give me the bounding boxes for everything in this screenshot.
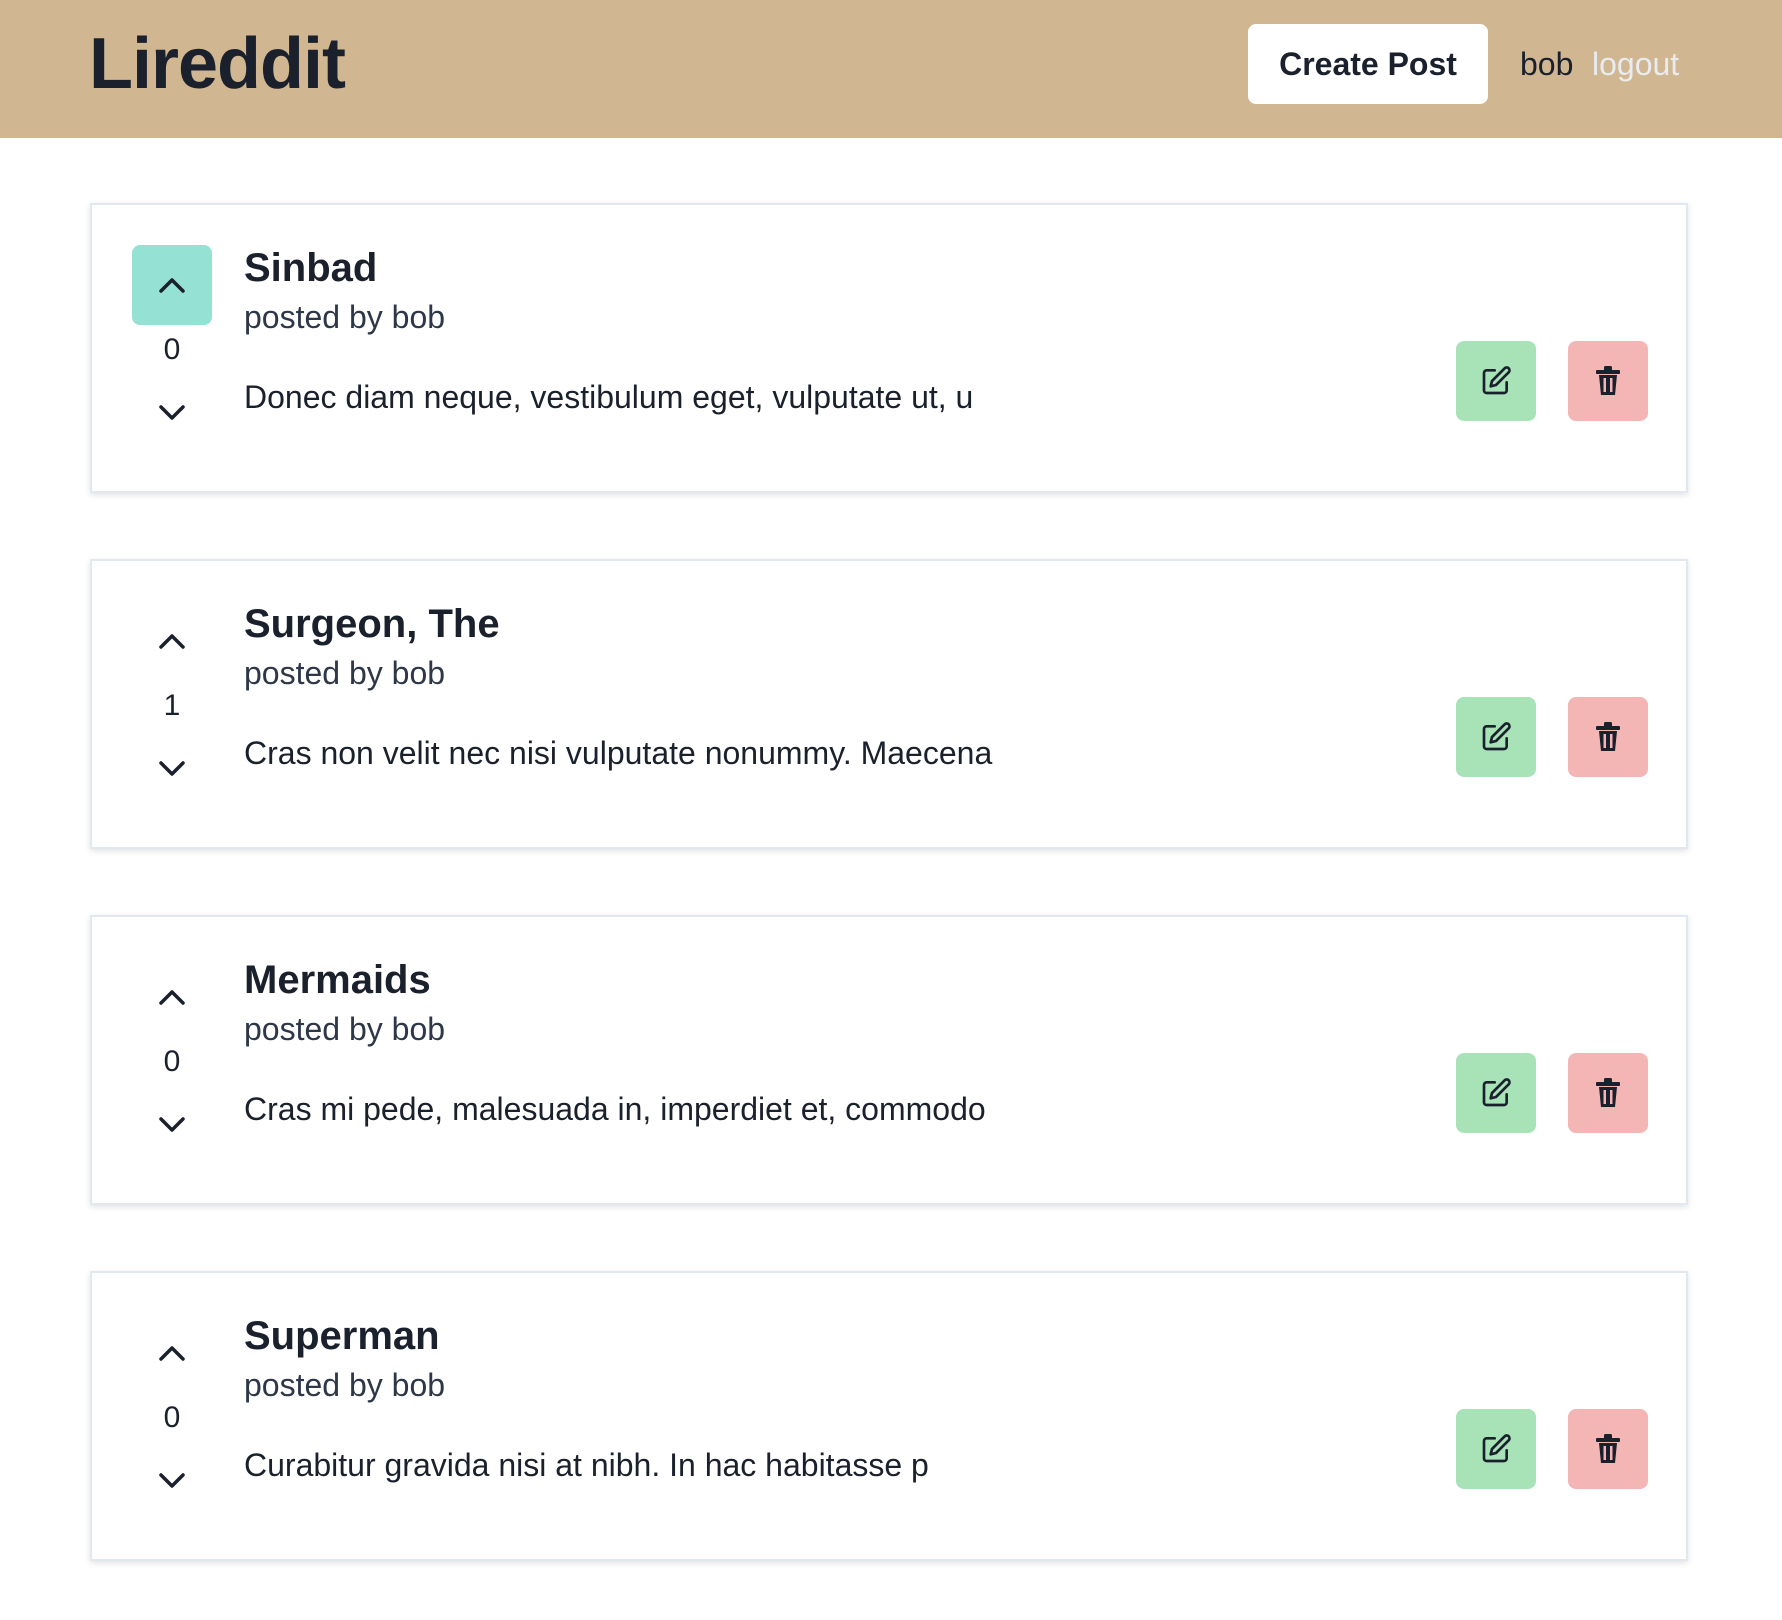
downvote-button[interactable] (132, 749, 212, 789)
trash-icon (1596, 1434, 1620, 1463)
post-title[interactable]: Surgeon, The (244, 599, 500, 649)
post-card: 0 Sinbad posted by bob Donec diam neque,… (90, 203, 1688, 493)
post-title[interactable]: Sinbad (244, 243, 377, 293)
brand-logo[interactable]: Lireddit (89, 24, 346, 104)
username-label: bob (1520, 46, 1574, 82)
delete-post-button[interactable] (1568, 697, 1648, 777)
post-author: posted by bob (244, 1011, 446, 1047)
trash-icon (1596, 1078, 1620, 1107)
trash-icon (1596, 366, 1620, 395)
upvote-button[interactable] (132, 601, 212, 681)
edit-post-button[interactable] (1456, 1409, 1536, 1489)
post-snippet: Cras non velit nec nisi vulputate nonumm… (244, 735, 993, 771)
navbar: Lireddit Create Post bob logout (0, 0, 1782, 138)
edit-icon (1482, 1078, 1511, 1107)
vote-section: 0 (132, 245, 212, 420)
chevron-up-icon (159, 278, 185, 293)
post-title[interactable]: Mermaids (244, 955, 431, 1005)
edit-post-button[interactable] (1456, 341, 1536, 421)
edit-post-button[interactable] (1456, 697, 1536, 777)
post-card: 0 Mermaids posted by bob Cras mi pede, m… (90, 915, 1688, 1205)
delete-post-button[interactable] (1568, 341, 1648, 421)
vote-count: 0 (163, 1045, 181, 1078)
downvote-button[interactable] (132, 1105, 212, 1145)
edit-icon (1482, 722, 1511, 751)
post-card: 0 Superman posted by bob Curabitur gravi… (90, 1271, 1688, 1561)
edit-icon (1482, 366, 1511, 395)
chevron-down-icon (159, 1117, 185, 1132)
vote-count: 0 (163, 1401, 181, 1434)
delete-post-button[interactable] (1568, 1409, 1648, 1489)
upvote-button[interactable] (132, 1313, 212, 1393)
create-post-button[interactable]: Create Post (1248, 24, 1488, 104)
vote-section: 0 (132, 1313, 212, 1488)
logout-button[interactable]: logout (1592, 44, 1679, 84)
vote-section: 0 (132, 957, 212, 1132)
upvote-button[interactable] (132, 245, 212, 325)
delete-post-button[interactable] (1568, 1053, 1648, 1133)
chevron-down-icon (159, 1473, 185, 1488)
edit-post-button[interactable] (1456, 1053, 1536, 1133)
edit-icon (1482, 1434, 1511, 1463)
vote-section: 1 (132, 601, 212, 776)
downvote-button[interactable] (132, 393, 212, 433)
upvote-button[interactable] (132, 957, 212, 1037)
post-author: posted by bob (244, 1367, 446, 1403)
post-snippet: Curabitur gravida nisi at nibh. In hac h… (244, 1447, 929, 1483)
post-snippet: Cras mi pede, malesuada in, imperdiet et… (244, 1091, 986, 1127)
post-title[interactable]: Superman (244, 1311, 440, 1361)
post-author: posted by bob (244, 655, 446, 691)
post-card: 1 Surgeon, The posted by bob Cras non ve… (90, 559, 1688, 849)
post-author: posted by bob (244, 299, 446, 335)
chevron-up-icon (159, 634, 185, 649)
chevron-up-icon (159, 1346, 185, 1361)
post-snippet: Donec diam neque, vestibulum eget, vulpu… (244, 379, 974, 415)
vote-count: 1 (163, 689, 181, 722)
trash-icon (1596, 722, 1620, 751)
chevron-up-icon (159, 990, 185, 1005)
chevron-down-icon (159, 405, 185, 420)
downvote-button[interactable] (132, 1461, 212, 1501)
chevron-down-icon (159, 761, 185, 776)
vote-count: 0 (163, 333, 181, 366)
